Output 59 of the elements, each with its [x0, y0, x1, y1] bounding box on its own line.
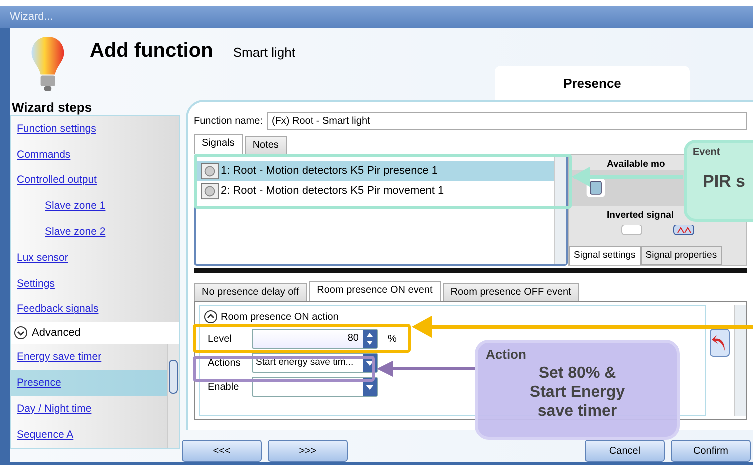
tab[interactable]: Room presence ON event [309, 281, 441, 301]
level-label: Level [207, 334, 233, 344]
section-toggle[interactable]: Room presence ON action [204, 310, 701, 324]
signal-icon [620, 225, 642, 235]
scrollbar[interactable] [167, 344, 179, 448]
light-bulb-icon [30, 34, 66, 94]
callout-text: Set 80% & Start Energy save timer [528, 364, 626, 422]
tab[interactable]: Signal properties [640, 246, 722, 265]
scrollbar[interactable] [734, 305, 746, 416]
advanced-toggle[interactable]: Advanced [11, 322, 179, 344]
wizard-step-link[interactable]: Lux sensor [11, 244, 179, 271]
enable-label: Enable [207, 382, 240, 392]
section-label: Room presence ON action [221, 312, 339, 322]
level-field[interactable]: 80 [252, 329, 378, 349]
function-name-field[interactable]: (Fx) Root - Smart light [266, 112, 747, 130]
sensor-icon [200, 182, 220, 200]
wizard-step-link[interactable]: Function settings [11, 116, 179, 142]
wizard-step-link[interactable]: Slave zone 1 [11, 193, 179, 220]
inverted-signal-icon [672, 225, 694, 235]
wizard-step-link[interactable]: Feedback signals [11, 296, 179, 322]
tab[interactable]: No presence delay off [194, 283, 308, 301]
tab[interactable]: Notes [244, 136, 287, 154]
dialog-button[interactable]: Confirm [671, 440, 751, 462]
page-subtitle: Smart light [233, 45, 296, 60]
scrollbar[interactable] [554, 156, 566, 264]
actions-label: Actions [207, 358, 242, 368]
section-heading: Available mo [607, 159, 666, 170]
page-title: Add function [90, 40, 214, 63]
tab[interactable]: Signal settings [569, 246, 641, 265]
unit-label: % [388, 334, 397, 344]
wizard-step-link[interactable]: Sequence A [11, 422, 167, 448]
advanced-label: Advanced [32, 327, 81, 340]
wizard-step-link[interactable]: Settings [11, 270, 179, 297]
function-name-label: Function name: [194, 116, 263, 126]
callout-title: Event [693, 147, 722, 158]
callout-title: Action [486, 347, 528, 362]
wizard-step-link[interactable]: Presence [11, 370, 167, 396]
signal-row[interactable]: 1: Root - Motion detectors K5 Pir presence 1 [196, 161, 554, 181]
signal-row[interactable]: 2: Root - Motion detectors K5 Pir movement 1 [196, 181, 554, 201]
callout-text: PIR s [702, 172, 747, 192]
sidebar-title: Wizard steps [12, 100, 94, 115]
dialog-button[interactable]: Cancel [585, 440, 665, 462]
chevron-icon [14, 326, 28, 340]
navigation-button[interactable]: <<< [182, 440, 262, 462]
chevron-icon [204, 310, 218, 324]
spinner-arrows-icon[interactable] [363, 330, 377, 348]
section-heading: Inverted signal [607, 210, 674, 221]
wizard-step-link[interactable]: Day / Night time [11, 396, 167, 422]
sensor-icon [200, 162, 220, 180]
page-tab[interactable]: Presence [495, 66, 690, 100]
wizard-step-link[interactable]: Slave zone 2 [11, 219, 179, 245]
wizard-step-link[interactable]: Commands [11, 142, 179, 168]
navigation-button[interactable]: >>> [268, 440, 348, 462]
tab[interactable]: Signals [194, 134, 243, 154]
undo-button[interactable] [710, 329, 730, 357]
tab[interactable]: Room presence OFF event [442, 283, 580, 301]
wizard-step-link[interactable]: Controlled output [11, 168, 179, 194]
window-title: Wizard... [10, 11, 54, 23]
wizard-step-link[interactable]: Energy save timer [11, 344, 167, 370]
